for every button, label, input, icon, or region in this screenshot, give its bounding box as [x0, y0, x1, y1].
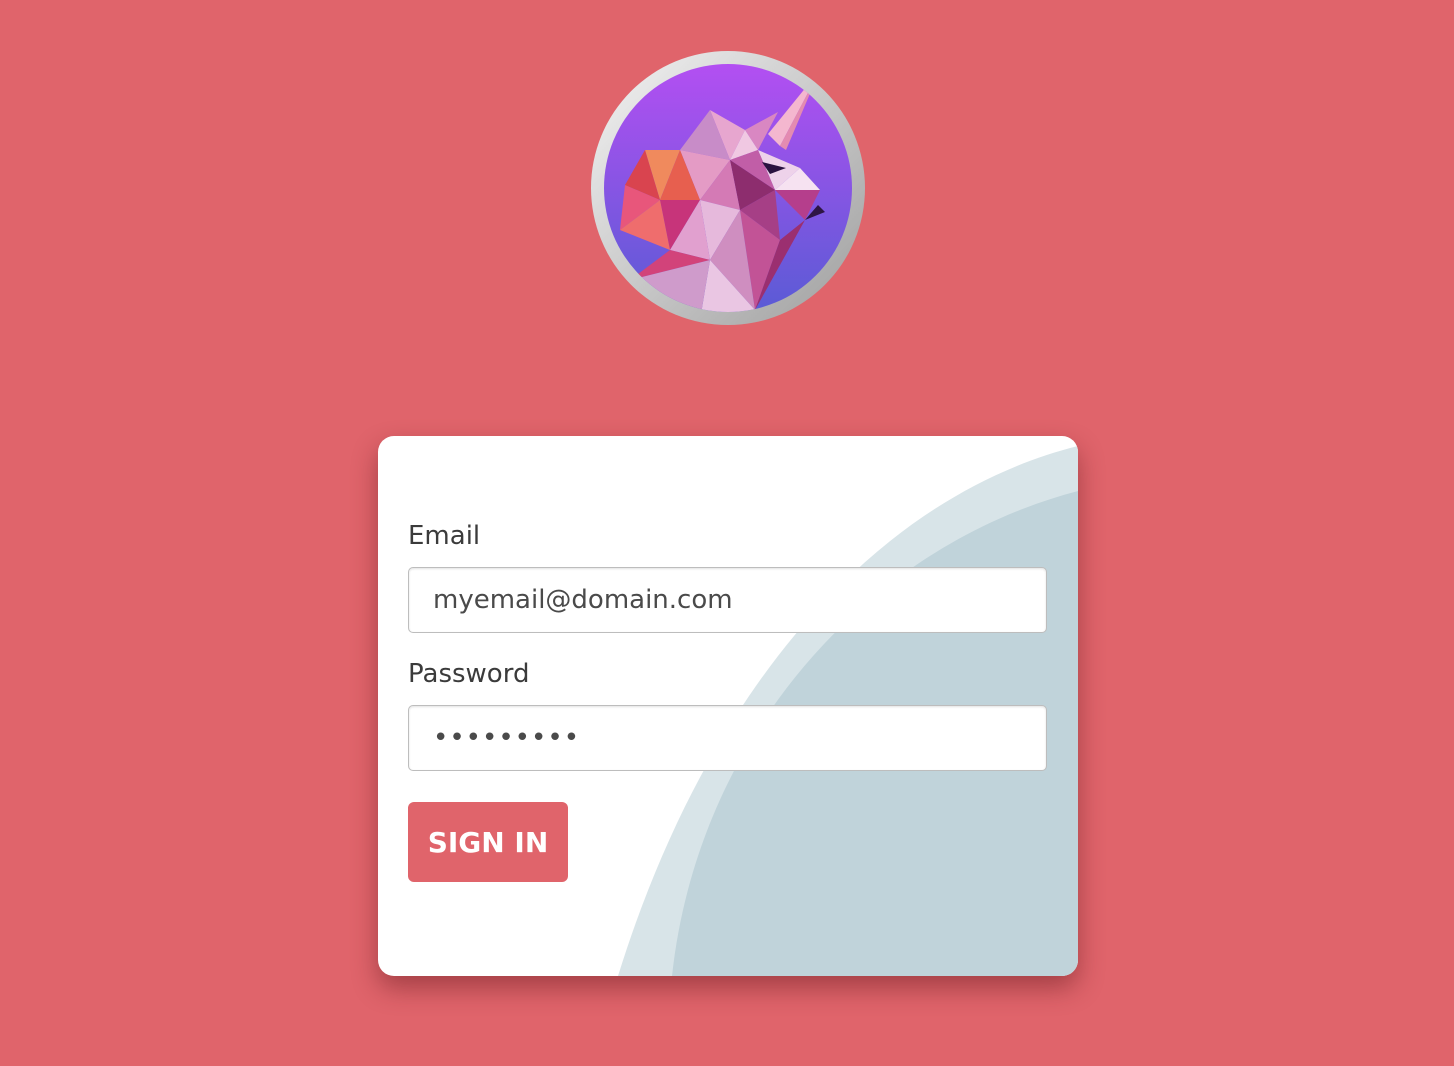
login-page: Email Password SIGN IN	[0, 0, 1454, 1066]
password-field[interactable]	[408, 705, 1047, 771]
email-label: Email	[408, 521, 481, 551]
sign-in-button[interactable]: SIGN IN	[408, 802, 568, 882]
password-label: Password	[408, 659, 530, 689]
login-card: Email Password SIGN IN	[378, 436, 1078, 976]
email-field[interactable]	[408, 567, 1047, 633]
unicorn-logo-icon	[590, 50, 866, 326]
